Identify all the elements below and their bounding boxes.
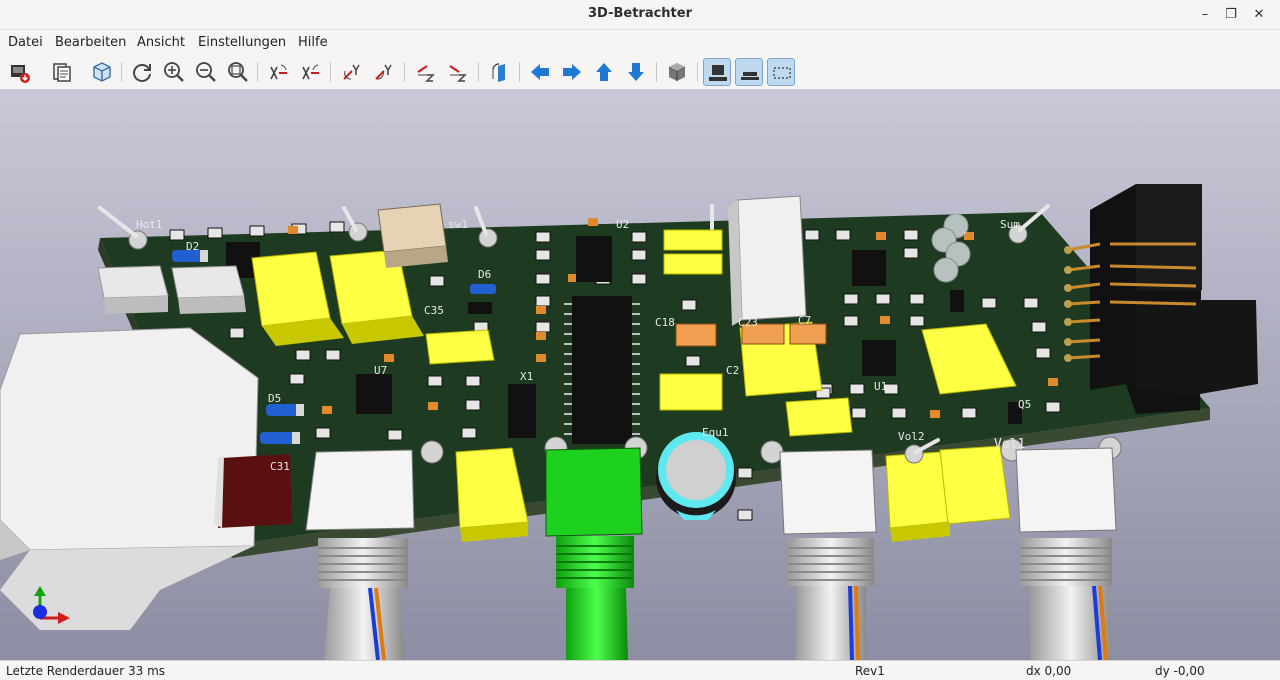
label-u2: U2 [616, 218, 629, 231]
label-u1: U1 [874, 380, 887, 393]
dy-status: dy -0,00 [1155, 664, 1205, 678]
zoom-fit-icon[interactable] [224, 58, 252, 86]
move-down-icon[interactable] [622, 58, 650, 86]
rotate-y-ccw-icon[interactable] [370, 58, 398, 86]
label-sw1: sw1 [448, 218, 468, 231]
iso-view-icon[interactable] [663, 58, 691, 86]
menu-ansicht[interactable]: Ansicht [137, 35, 185, 50]
reload-icon[interactable] [128, 58, 156, 86]
menu-einstellungen[interactable]: Einstellungen [198, 35, 286, 50]
render-time-status: Letzte Renderdauer 33 ms [6, 664, 166, 678]
title-bar: 3D-Betrachter – ❐ ✕ [0, 0, 1280, 30]
label-q5: Q5 [1018, 398, 1031, 411]
zoom-in-icon[interactable] [160, 58, 188, 86]
rotate-x-cw-icon[interactable] [264, 58, 292, 86]
menu-bar: Datei Bearbeiten Ansicht Einstellungen H… [0, 30, 1280, 54]
label-c7: C7 [798, 314, 811, 327]
orthographic-icon[interactable] [735, 58, 763, 86]
label-equ1: Equ1 [702, 426, 729, 439]
move-left-icon[interactable] [526, 58, 554, 86]
rotate-z-cw-icon[interactable] [412, 58, 440, 86]
close-icon[interactable]: ✕ [1250, 6, 1268, 24]
flip-board-icon[interactable] [485, 58, 513, 86]
rotate-x-ccw-icon[interactable] [296, 58, 324, 86]
maximize-icon[interactable]: ❐ [1222, 6, 1240, 24]
move-right-icon[interactable] [558, 58, 586, 86]
label-vol1: Vol1 [994, 437, 1025, 452]
label-d2: D2 [186, 240, 199, 253]
export-image-icon[interactable] [6, 58, 34, 86]
menu-datei[interactable]: Datei [8, 35, 43, 50]
label-c2: C2 [726, 364, 739, 377]
dx-status: dx 0,00 [1026, 664, 1072, 678]
status-bar: Letzte Renderdauer 33 ms Rev1 dx 0,00 dy… [0, 660, 1280, 680]
label-c23: C23 [738, 316, 758, 329]
copy-clipboard-icon[interactable] [48, 58, 76, 86]
raytrace-icon[interactable] [88, 58, 116, 86]
minimize-icon[interactable]: – [1196, 6, 1214, 24]
rotate-y-cw-icon[interactable] [338, 58, 366, 86]
menu-bearbeiten[interactable]: Bearbeiten [55, 35, 126, 50]
label-c31: C31 [270, 460, 290, 473]
bounding-box-icon[interactable] [767, 58, 795, 86]
label-hot1: Hot1 [136, 218, 163, 231]
3d-viewport[interactable]: Hot1 sw1 Sum Vol2 Vol1 Equ1 C35 C18 C23 … [0, 90, 1280, 660]
label-c18: C18 [655, 316, 675, 329]
label-sum: Sum [1000, 218, 1020, 231]
move-up-icon[interactable] [590, 58, 618, 86]
zoom-out-icon[interactable] [192, 58, 220, 86]
menu-hilfe[interactable]: Hilfe [298, 35, 328, 50]
label-vol2: Vol2 [898, 430, 925, 443]
board-render: Hot1 sw1 Sum Vol2 Vol1 Equ1 C35 C18 C23 … [0, 90, 1280, 660]
window-title: 3D-Betrachter [588, 6, 692, 21]
label-d6: D6 [478, 268, 491, 281]
rotate-z-ccw-icon[interactable] [444, 58, 472, 86]
label-d5: D5 [268, 392, 281, 405]
label-x1: X1 [520, 370, 533, 383]
toolbar [0, 54, 1280, 90]
label-u7: U7 [374, 364, 387, 377]
board-name-status: Rev1 [855, 664, 885, 678]
label-c35: C35 [424, 304, 444, 317]
perspective-icon[interactable] [703, 58, 731, 86]
